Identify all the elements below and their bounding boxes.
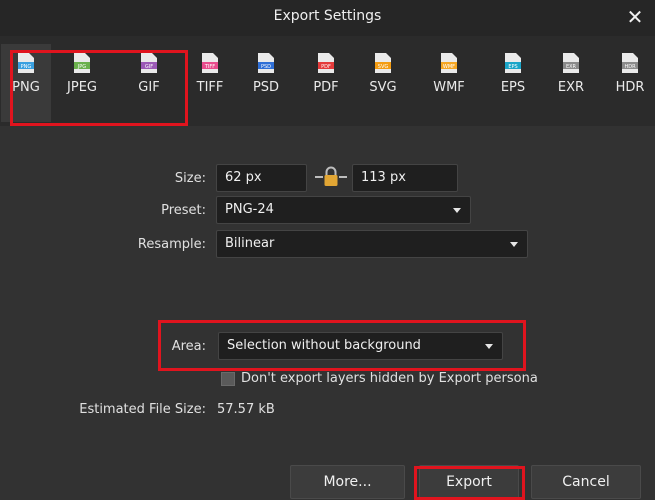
preset-dropdown[interactable]: PNG-24 <box>216 196 471 224</box>
format-pdf-button[interactable]: PDF PDF <box>301 44 351 122</box>
format-wmf-label: WMF <box>433 80 465 95</box>
gif-icon-tag: GIF <box>145 64 153 70</box>
estimated-size-value: 57.57 kB <box>217 402 275 417</box>
svg-icon-tag: SVG <box>378 64 389 70</box>
more-button[interactable]: More... <box>290 465 405 499</box>
dialog-title: Export Settings <box>273 8 382 24</box>
gif-file-icon: GIF <box>141 53 157 73</box>
title-bar: Export Settings ✕ <box>0 0 655 36</box>
tiff-icon-tag: TIFF <box>204 64 215 70</box>
psd-file-icon: PSD <box>258 53 274 73</box>
preset-label: Preset: <box>161 203 206 218</box>
hdr-file-icon: HDR <box>622 53 638 73</box>
format-png-button[interactable]: PNG PNG <box>1 44 51 122</box>
lock-icon <box>315 166 347 186</box>
eps-file-icon: EPS <box>505 53 521 73</box>
format-hdr-label: HDR <box>615 80 645 95</box>
tiff-file-icon: TIFF <box>202 53 218 73</box>
estimated-size-label: Estimated File Size: <box>79 402 206 417</box>
format-jpeg-label: JPEG <box>67 80 97 95</box>
pdf-icon-tag: PDF <box>321 64 331 70</box>
lock-aspect-toggle[interactable] <box>314 163 348 191</box>
format-eps-label: EPS <box>500 80 526 95</box>
exr-file-icon: EXR <box>563 53 579 73</box>
cancel-button[interactable]: Cancel <box>531 465 641 499</box>
height-input[interactable]: 113 px <box>352 164 458 192</box>
format-exr-label: EXR <box>557 80 585 95</box>
pdf-file-icon: PDF <box>318 53 334 73</box>
psd-icon-tag: PSD <box>261 64 271 70</box>
jpeg-file-icon: JPG <box>74 53 90 73</box>
format-exr-button[interactable]: EXR EXR <box>546 44 596 122</box>
size-label: Size: <box>174 171 206 186</box>
format-hdr-button[interactable]: HDR HDR <box>605 44 655 122</box>
format-psd-button[interactable]: PSD PSD <box>241 44 291 122</box>
format-png-label: PNG <box>12 80 40 95</box>
format-gif-button[interactable]: GIF GIF <box>124 44 174 122</box>
format-wmf-button[interactable]: WMF WMF <box>424 44 474 122</box>
close-icon[interactable]: ✕ <box>623 5 647 29</box>
format-gif-label: GIF <box>138 80 160 95</box>
format-pdf-label: PDF <box>313 80 339 95</box>
resample-label: Resample: <box>137 237 206 252</box>
eps-icon-tag: EPS <box>508 64 517 70</box>
export-button[interactable]: Export <box>419 465 519 499</box>
hidden-layers-checkbox[interactable] <box>221 372 235 386</box>
format-tiff-label: TIFF <box>196 80 224 95</box>
area-dropdown[interactable]: Selection without background <box>218 332 503 360</box>
hdr-icon-tag: HDR <box>624 64 636 70</box>
width-input[interactable]: 62 px <box>216 164 307 192</box>
area-label: Area: <box>171 339 206 354</box>
wmf-file-icon: WMF <box>441 53 457 73</box>
png-file-icon: PNG <box>18 53 34 73</box>
exr-icon-tag: EXR <box>566 64 577 70</box>
format-svg-button[interactable]: SVG SVG <box>358 44 408 122</box>
format-psd-label: PSD <box>252 80 280 95</box>
wmf-icon-tag: WMF <box>443 64 455 70</box>
format-tiff-button[interactable]: TIFF TIFF <box>185 44 235 122</box>
resample-dropdown[interactable]: Bilinear <box>216 230 528 258</box>
format-eps-button[interactable]: EPS EPS <box>488 44 538 122</box>
format-svg-label: SVG <box>369 80 397 95</box>
hidden-layers-label: Don't export layers hidden by Export per… <box>241 371 538 386</box>
svg-file-icon: SVG <box>375 53 391 73</box>
jpeg-icon-tag: JPG <box>77 64 86 70</box>
png-icon-tag: PNG <box>21 64 32 70</box>
format-toolbar: PNG PNG JPG JPEG GIF GIF TIFF TIFF PSD P… <box>0 36 655 126</box>
format-jpeg-button[interactable]: JPG JPEG <box>57 44 107 122</box>
